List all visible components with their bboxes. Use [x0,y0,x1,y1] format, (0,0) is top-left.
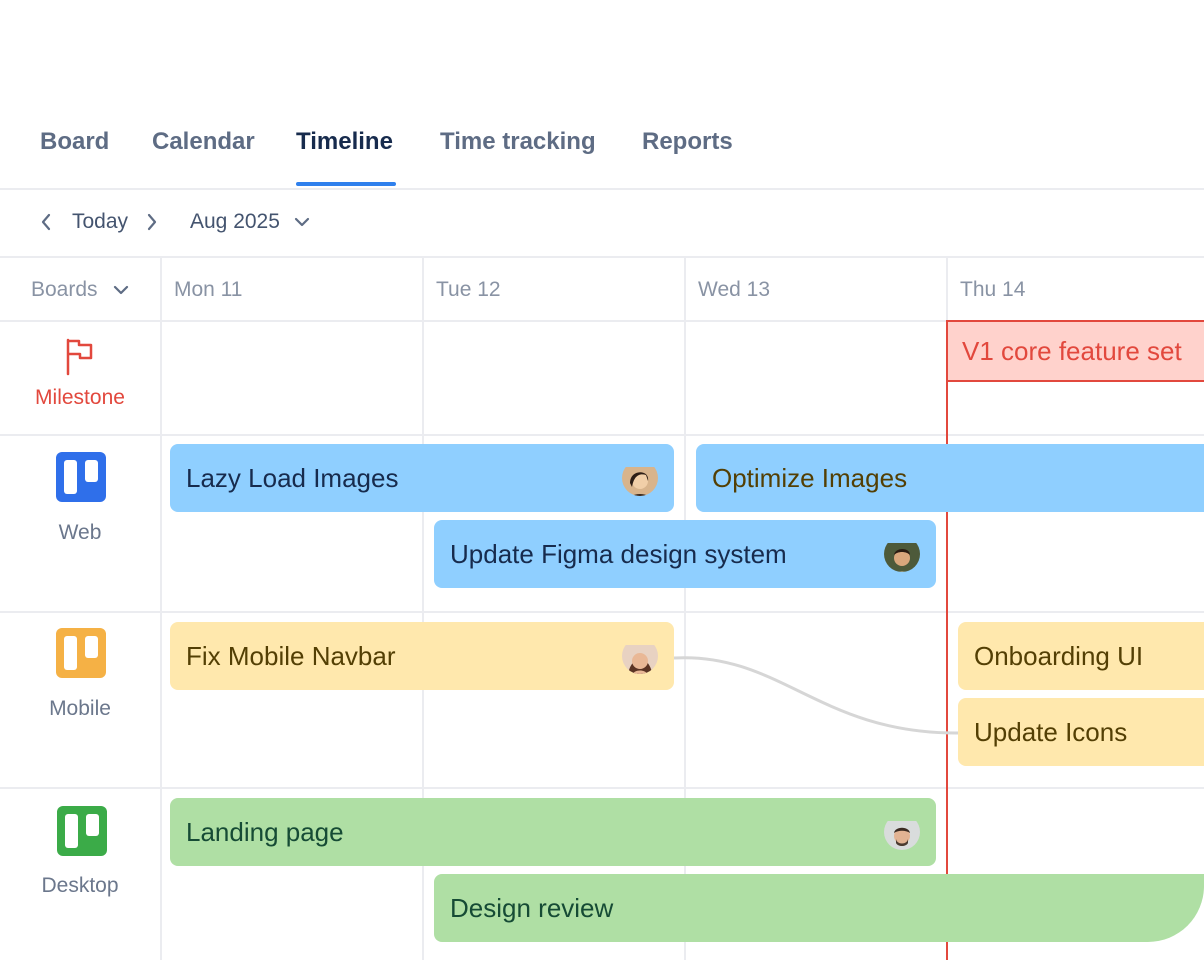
row-label-desktop: Desktop [41,874,119,897]
task-title: Fix Mobile Navbar [186,641,396,671]
chevron-down-icon [113,278,129,302]
task-title: Onboarding UI [974,641,1144,671]
task-card-update-icons[interactable]: Update Icons [958,698,1204,766]
flag-icon [64,338,96,381]
row-label-web: Web [58,521,102,544]
task-card-lazy-load-images[interactable]: Lazy Load Images [170,444,674,512]
task-title: Update Icons [974,717,1128,747]
avatar [884,814,920,850]
period-selector[interactable]: Aug 2025 [190,210,280,234]
task-card-optimize-images[interactable]: Optimize Images [696,444,1204,512]
task-title: Optimize Images [712,463,908,493]
milestone-title: V1 core feature set [962,336,1182,366]
task-card-design-review[interactable]: Design review [434,874,1204,942]
task-title: Landing page [186,817,344,847]
column-header-wed: Wed 13 [698,278,770,301]
column-header-thu: Thu 14 [960,278,1026,301]
board-icon [56,628,106,678]
grid-divider [0,434,1204,436]
grid-divider [0,611,1204,613]
row-label-mobile: Mobile [49,697,111,720]
avatar [884,536,920,572]
view-tabs: Board Calendar Timeline Time tracking Re… [0,120,1204,190]
grid-divider [160,256,162,960]
today-button[interactable]: Today [72,210,128,234]
task-title: Lazy Load Images [186,463,399,493]
board-icon [57,806,107,856]
chevron-right-icon[interactable] [144,212,160,232]
tab-board[interactable]: Board [40,128,109,156]
task-card-update-figma-design-system[interactable]: Update Figma design system [434,520,936,588]
column-header-mon: Mon 11 [174,278,243,301]
row-label-milestone: Milestone [35,386,125,409]
tab-timeline[interactable]: Timeline [296,128,393,156]
column-header-tue: Tue 12 [436,278,501,301]
tab-time-tracking[interactable]: Time tracking [440,128,596,156]
avatar [622,638,658,674]
boards-filter[interactable]: Boards [31,278,129,302]
task-title: Design review [450,893,614,923]
chevron-down-icon[interactable] [293,215,311,229]
task-card-fix-mobile-navbar[interactable]: Fix Mobile Navbar [170,622,674,690]
board-icon [56,452,106,502]
tab-calendar[interactable]: Calendar [152,128,255,156]
dependency-connector [673,656,959,735]
chevron-left-icon[interactable] [38,212,54,232]
grid-divider [0,787,1204,789]
tab-reports[interactable]: Reports [642,128,733,156]
today-marker [946,320,948,960]
avatar [622,460,658,496]
active-tab-indicator [296,182,396,186]
task-card-landing-page[interactable]: Landing page [170,798,936,866]
task-card-onboarding-ui[interactable]: Onboarding UI [958,622,1204,690]
timeline-toolbar: Today Aug 2025 [0,188,1204,258]
task-title: Update Figma design system [450,539,787,569]
boards-label: Boards [31,278,98,301]
